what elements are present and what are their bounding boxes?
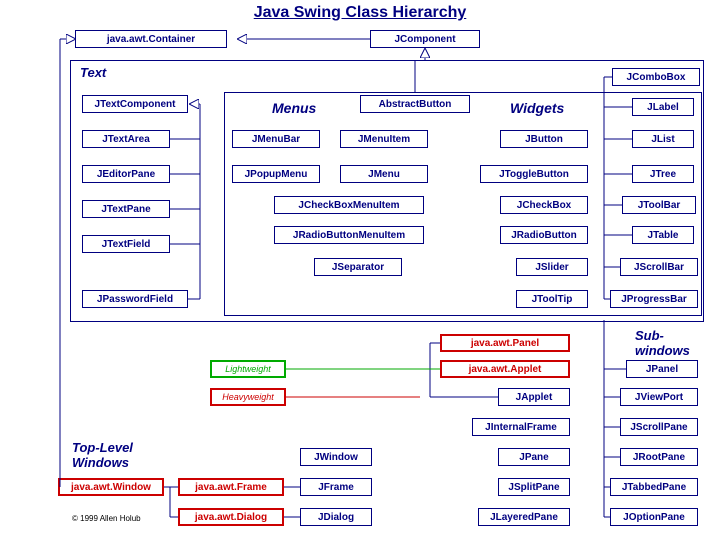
section-text: Text [80,65,106,80]
box-jmenu: JMenu [340,165,428,183]
box-jbutton: JButton [500,130,588,148]
box-jmenuitem: JMenuItem [340,130,428,148]
box-jdialog: JDialog [300,508,372,526]
box-javaawtpanel: java.awt.Panel [440,334,570,352]
box-jframe: JFrame [300,478,372,496]
box-jcombobox: JComboBox [612,68,700,86]
box-container: java.awt.Container [75,30,227,48]
box-jcheckbox: JCheckBox [500,196,588,214]
box-jtextarea: JTextArea [82,130,170,148]
box-jwindow: JWindow [300,448,372,466]
box-jeditorpane: JEditorPane [82,165,170,183]
section-toplevel: Top-Level Windows [72,440,162,470]
box-javaawtdialog: java.awt.Dialog [178,508,284,526]
box-jpanel: JPanel [626,360,698,378]
legend-lightweight: Lightweight [210,360,286,378]
box-jinternalframe: JInternalFrame [472,418,570,436]
box-jradiobuttonmenuitem: JRadioButtonMenuItem [274,226,424,244]
box-jtree: JTree [632,165,694,183]
section-subwindows: Sub- windows [635,328,705,358]
box-jrootpane: JRootPane [620,448,698,466]
box-javaawtapplet: java.awt.Applet [440,360,570,378]
box-jtable: JTable [632,226,694,244]
box-jprogressbar: JProgressBar [610,290,698,308]
legend-heavyweight: Heavyweight [210,388,286,406]
box-jradiobutton: JRadioButton [500,226,588,244]
box-jscrollpane: JScrollPane [620,418,698,436]
section-menus: Menus [272,100,316,116]
box-javaawtwindow: java.awt.Window [58,478,164,496]
box-abstractbutton: AbstractButton [360,95,470,113]
box-jlist: JList [632,130,694,148]
box-jmenubar: JMenuBar [232,130,320,148]
diagram-title: Java Swing Class Hierarchy [0,4,720,22]
box-jtoolbar: JToolBar [622,196,696,214]
box-jtooltip: JToolTip [516,290,588,308]
box-jcheckboxmenuitem: JCheckBoxMenuItem [274,196,424,214]
box-joptionpane: JOptionPane [610,508,698,526]
box-jsplitpane: JSplitPane [498,478,570,496]
box-javaawtframe: java.awt.Frame [178,478,284,496]
copyright: © 1999 Allen Holub [72,514,141,523]
box-jseparator: JSeparator [314,258,402,276]
box-jtogglebutton: JToggleButton [480,165,588,183]
section-widgets: Widgets [510,100,564,116]
box-jtextcomponent: JTextComponent [82,95,188,113]
box-jtextfield: JTextField [82,235,170,253]
box-jlayeredpane: JLayeredPane [478,508,570,526]
box-jlabel: JLabel [632,98,694,116]
box-jpane: JPane [498,448,570,466]
box-jcomponent: JComponent [370,30,480,48]
box-jslider: JSlider [516,258,588,276]
box-japplet: JApplet [498,388,570,406]
box-jpasswordfield: JPasswordField [82,290,188,308]
box-jpopupmenu: JPopupMenu [232,165,320,183]
box-jviewport: JViewPort [620,388,698,406]
box-jscrollbar: JScrollBar [620,258,698,276]
box-jtextpane: JTextPane [82,200,170,218]
box-jtabbedpane: JTabbedPane [610,478,698,496]
